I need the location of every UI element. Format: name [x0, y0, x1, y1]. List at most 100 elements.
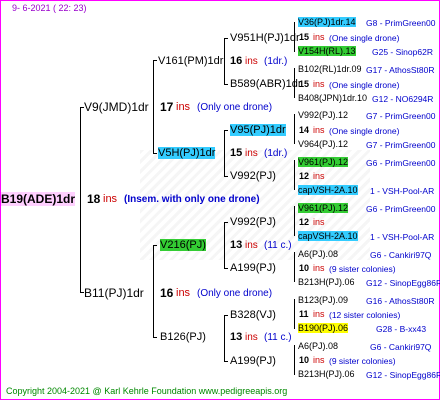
- connector: [224, 38, 225, 84]
- connector: [153, 60, 154, 153]
- note: (One single drone): [329, 80, 400, 90]
- ins-count: 16: [230, 55, 243, 67]
- ins-label: ins: [313, 125, 325, 135]
- queen-node[interactable]: V964(PJ).12: [298, 139, 348, 149]
- queen-node[interactable]: V992(PJ): [230, 216, 276, 228]
- queen-node[interactable]: B408(JPN)1dr.10: [298, 93, 367, 103]
- connector: [153, 337, 157, 338]
- connector: [294, 160, 295, 190]
- connector: [224, 268, 228, 269]
- breeder-line: 1 - VSH-Pool-AR: [370, 232, 435, 242]
- breeder-line: G6 - PrimGreen00: [366, 158, 436, 168]
- connector: [294, 206, 295, 236]
- queen-node[interactable]: B102(RL)1dr.09: [298, 64, 362, 74]
- queen-node[interactable]: capVSH-2A.10: [298, 185, 358, 195]
- queen-node[interactable]: V992(PJ): [230, 170, 276, 182]
- ins-label: ins: [245, 148, 258, 159]
- ins-count: 15: [299, 79, 310, 89]
- breeder-line: G6 - Cankiri97Q: [370, 342, 432, 352]
- note: (Only one drone): [197, 102, 273, 113]
- root-ins-label: ins: [103, 193, 118, 205]
- queen-node[interactable]: B589(ABR)1dr: [230, 78, 302, 90]
- ins-label: ins: [313, 32, 325, 42]
- queen-node[interactable]: V95(PJ)1dr: [230, 124, 286, 136]
- breeder-line: G7 - PrimGreen00: [366, 140, 436, 150]
- breeder-line: G16 - AthosSt80R: [366, 296, 435, 306]
- breeder-line: G12 - SinopEgg86R: [366, 278, 440, 288]
- connector: [80, 107, 81, 292]
- queen-node[interactable]: A6(PJ).08: [298, 249, 338, 259]
- queen-node[interactable]: B213H(PJ).06: [298, 369, 355, 379]
- queen-node[interactable]: B190(PJ).06: [298, 323, 349, 333]
- queen-node[interactable]: B123(PJ).09: [298, 295, 348, 305]
- connector: [224, 315, 225, 361]
- root-note: (Insem. with only one drone): [124, 194, 260, 205]
- ins-label: ins: [313, 263, 325, 273]
- connector: [153, 245, 154, 337]
- ins-label: ins: [245, 240, 258, 251]
- note: (One single drone): [329, 126, 400, 136]
- note: (One single drone): [329, 33, 400, 43]
- queen-node[interactable]: B213H(PJ).06: [298, 277, 355, 287]
- root-queen[interactable]: B19(ADE)1dr: [1, 192, 76, 206]
- note: (1dr.): [264, 148, 288, 159]
- dam-queen[interactable]: B11(PJ)1dr: [84, 286, 144, 300]
- queen-node[interactable]: V992(PJ).12: [298, 110, 348, 120]
- queen-node[interactable]: A199(PJ): [230, 262, 276, 274]
- ins-label: ins: [245, 56, 258, 67]
- connector: [153, 60, 157, 61]
- root-ins-count: 18: [87, 192, 101, 206]
- queen-node[interactable]: V5H(PJ)1dr: [158, 147, 216, 159]
- ins-count: 15: [299, 32, 310, 42]
- breeder-line: G8 - PrimGreen00: [366, 18, 436, 28]
- connector: [153, 153, 157, 154]
- ins-count: 11: [299, 309, 309, 319]
- queen-node[interactable]: V961(PJ).12: [298, 203, 349, 213]
- breeder-line: G12 - NO6294R: [372, 94, 434, 104]
- connector: [224, 176, 228, 177]
- queen-node[interactable]: V961(PJ).12: [298, 157, 349, 167]
- queen-node[interactable]: A199(PJ): [230, 355, 276, 367]
- queen-node[interactable]: A6(PJ).08: [298, 341, 338, 351]
- connector: [224, 361, 228, 362]
- queen-node[interactable]: V154H(RL).13: [298, 46, 356, 56]
- queen-node[interactable]: capVSH-2A.10: [298, 231, 358, 241]
- breeder-line: G17 - AthosSt80R: [366, 65, 435, 75]
- note: (9 sister colonies): [329, 356, 396, 366]
- queen-node[interactable]: V216(PJ): [160, 239, 206, 251]
- breeder-line: G6 - Cankiri97Q: [370, 250, 432, 260]
- queen-node[interactable]: V161(PM)1dr: [158, 55, 223, 67]
- queen-node[interactable]: B328(VJ): [230, 309, 276, 321]
- ins-count: 16: [160, 286, 174, 300]
- sire-queen[interactable]: V9(JMD)1dr: [84, 100, 149, 114]
- connector: [224, 130, 225, 176]
- connector: [224, 222, 225, 268]
- ins-count: 17: [160, 100, 174, 114]
- connector: [224, 38, 228, 39]
- queen-node[interactable]: V36(PJ)1dr.14: [298, 17, 356, 27]
- connector: [294, 299, 295, 329]
- breeder-line: G12 - SinopEgg86R: [366, 370, 440, 380]
- note: (11 c.): [264, 332, 292, 343]
- connector: [224, 315, 228, 316]
- connector: [294, 114, 295, 144]
- ins-label: ins: [313, 79, 325, 89]
- ins-count: 13: [230, 239, 243, 251]
- note: (1dr.): [264, 56, 288, 67]
- ins-count: 12: [299, 217, 310, 227]
- note: (9 sister colonies): [329, 264, 396, 274]
- ins-count: 10: [299, 355, 310, 365]
- ins-label: ins: [313, 171, 325, 181]
- connector: [294, 252, 295, 282]
- connector: [224, 84, 228, 85]
- ins-count: 12: [299, 171, 310, 181]
- ins-count: 13: [230, 331, 243, 343]
- breeder-line: G25 - Sinop62R: [372, 47, 433, 57]
- ins-label: ins: [313, 217, 325, 227]
- ins-count: 10: [299, 263, 310, 273]
- queen-node[interactable]: V951H(PJ)1dr: [230, 32, 300, 44]
- ins-label: ins: [313, 309, 325, 319]
- breeder-line: G7 - PrimGreen00: [366, 111, 436, 121]
- breeder-line: G28 - B-xx43: [376, 324, 427, 334]
- queen-node[interactable]: B126(PJ): [160, 331, 206, 343]
